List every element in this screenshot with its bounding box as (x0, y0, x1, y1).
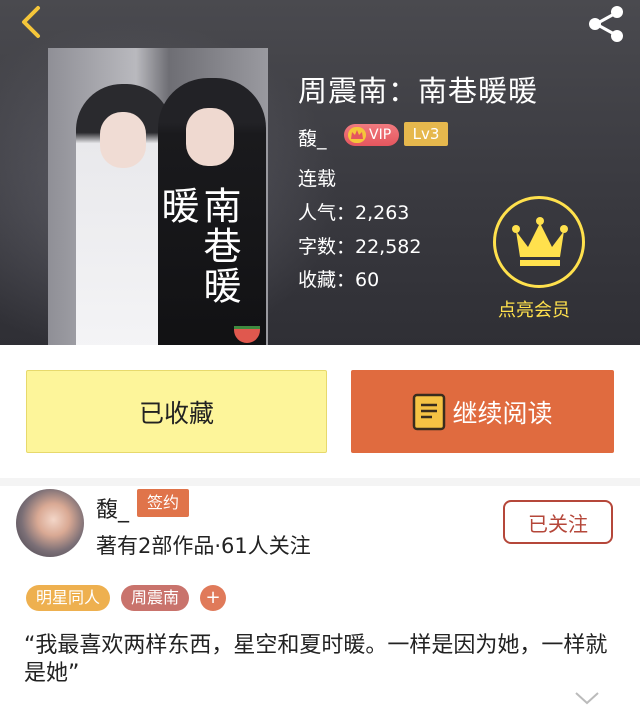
membership-button[interactable] (493, 196, 585, 288)
vip-label: VIP (369, 127, 392, 143)
follow-label: 已关注 (528, 511, 588, 536)
collected-button[interactable]: 已收藏 (26, 370, 327, 453)
book-title: 周震南：南巷暖暖 (298, 74, 539, 108)
back-button[interactable] (14, 4, 50, 40)
cover-title: 南巷暖暖 (155, 186, 241, 306)
book-author[interactable]: 馥_ (298, 124, 327, 151)
signed-badge: 签约 (137, 489, 190, 517)
author-stats: 著有2部作品·61人关注 (96, 534, 311, 558)
avatar[interactable] (16, 489, 84, 557)
serial-status: 连载 (298, 168, 337, 190)
membership-label[interactable]: 点亮会员 (498, 296, 570, 322)
continue-reading-button[interactable]: 继续阅读 (351, 370, 614, 453)
continue-reading-label: 继续阅读 (452, 398, 553, 428)
expand-button[interactable] (574, 690, 600, 709)
section-divider (0, 478, 640, 486)
crown-icon (512, 217, 568, 266)
popularity-count: 人气：2,263 (298, 202, 410, 224)
collected-label: 已收藏 (138, 398, 214, 428)
tag-zhou-zhennan[interactable]: 周震南 (121, 585, 190, 611)
crown-icon (348, 127, 366, 143)
level-badge: Lv3 (404, 122, 448, 146)
book-synopsis: “我最喜欢两样东西，星空和夏时暖。一样是因为她，一样就是她” (24, 633, 608, 686)
author-card-name[interactable]: 馥_ (96, 492, 129, 524)
chevron-down-icon (575, 692, 599, 705)
vip-badge: VIP (344, 124, 400, 146)
tag-mingxing-tongren[interactable]: 明星同人 (26, 585, 111, 611)
cover-face-left (100, 112, 146, 168)
chevron-left-icon (22, 6, 40, 38)
share-button[interactable] (584, 4, 628, 44)
book-header: 南巷暖暖 周震南：南巷暖暖 馥_ VIP Lv3 连载 人气：2,263 字数：… (0, 0, 640, 345)
word-count: 字数：22,582 (298, 236, 422, 258)
share-icon (589, 6, 623, 42)
add-tag-button[interactable]: + (200, 585, 226, 611)
book-icon (413, 393, 446, 430)
follow-button[interactable]: 已关注 (503, 500, 613, 544)
cover-face-right (186, 108, 234, 166)
book-cover[interactable]: 南巷暖暖 (48, 48, 268, 345)
favorites-count: 收藏：60 (298, 269, 380, 291)
